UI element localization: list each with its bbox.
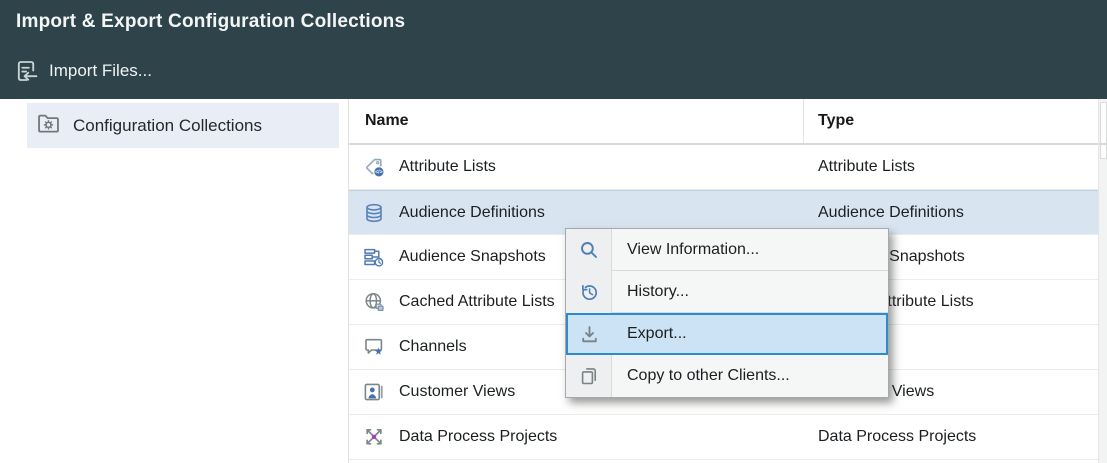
chat-star-icon [362, 335, 386, 359]
row-name-label: Customer Views [399, 383, 515, 401]
menu-item-label: Copy to other Clients... [612, 355, 888, 397]
copy-icon [566, 355, 612, 397]
column-header-name[interactable]: Name [349, 99, 804, 143]
sidebar-item-label: Configuration Collections [73, 116, 262, 136]
import-files-button[interactable]: Import Files... [12, 58, 152, 84]
sidebar: Configuration Collections [0, 99, 349, 463]
tag-code-icon: </> [362, 155, 386, 179]
name-cell: Data Process Projects [349, 425, 804, 449]
scrollbar-thumb[interactable] [1100, 102, 1107, 159]
app-header: Import & Export Configuration Collection… [0, 0, 1107, 99]
menu-item-label: Export... [612, 313, 888, 355]
table-row-data-process-projects[interactable]: Data Process Projects Data Process Proje… [349, 415, 1098, 460]
name-cell: </> Attribute Lists [349, 155, 804, 179]
menu-item-view-information[interactable]: View Information... [566, 229, 888, 271]
search-icon [566, 229, 612, 271]
column-header-type[interactable]: Type [804, 112, 854, 130]
import-files-label: Import Files... [49, 61, 152, 81]
import-file-icon [12, 58, 38, 84]
row-name-label: Audience Snapshots [399, 248, 546, 266]
name-cell: Audience Definitions [349, 201, 804, 225]
snapshot-list-clock-icon [362, 245, 386, 269]
row-name-label: Audience Definitions [399, 204, 545, 222]
download-icon [566, 313, 612, 355]
context-menu: View Information... History... Export... [565, 228, 889, 398]
folder-gear-icon [35, 110, 62, 142]
history-icon [566, 271, 612, 313]
menu-item-label: View Information... [612, 229, 888, 271]
table-row-attribute-lists[interactable]: </> Attribute Lists Attribute Lists [349, 145, 1098, 190]
globe-cache-icon [362, 290, 386, 314]
page-title: Import & Export Configuration Collection… [16, 11, 405, 33]
vertical-scrollbar[interactable] [1098, 99, 1107, 463]
menu-item-label: History... [612, 271, 888, 313]
row-name-label: Attribute Lists [399, 158, 496, 176]
row-name-label: Data Process Projects [399, 428, 557, 446]
row-name-label: Channels [399, 338, 467, 356]
sidebar-item-configuration-collections[interactable]: Configuration Collections [27, 103, 339, 148]
svg-text:</>: </> [375, 170, 383, 176]
crossed-arrows-icon [362, 425, 386, 449]
table-header-row: Name Type [349, 99, 1098, 145]
menu-item-copy-to-other-clients[interactable]: Copy to other Clients... [566, 355, 888, 397]
type-cell: Data Process Projects [804, 428, 976, 446]
type-cell: Audience Definitions [804, 204, 964, 222]
menu-item-export[interactable]: Export... [566, 313, 888, 355]
person-card-icon [362, 380, 386, 404]
type-cell: Attribute Lists [804, 158, 915, 176]
import-export-window: Import & Export Configuration Collection… [0, 0, 1107, 463]
database-icon [362, 201, 386, 225]
menu-item-history[interactable]: History... [566, 271, 888, 313]
row-name-label: Cached Attribute Lists [399, 293, 555, 311]
